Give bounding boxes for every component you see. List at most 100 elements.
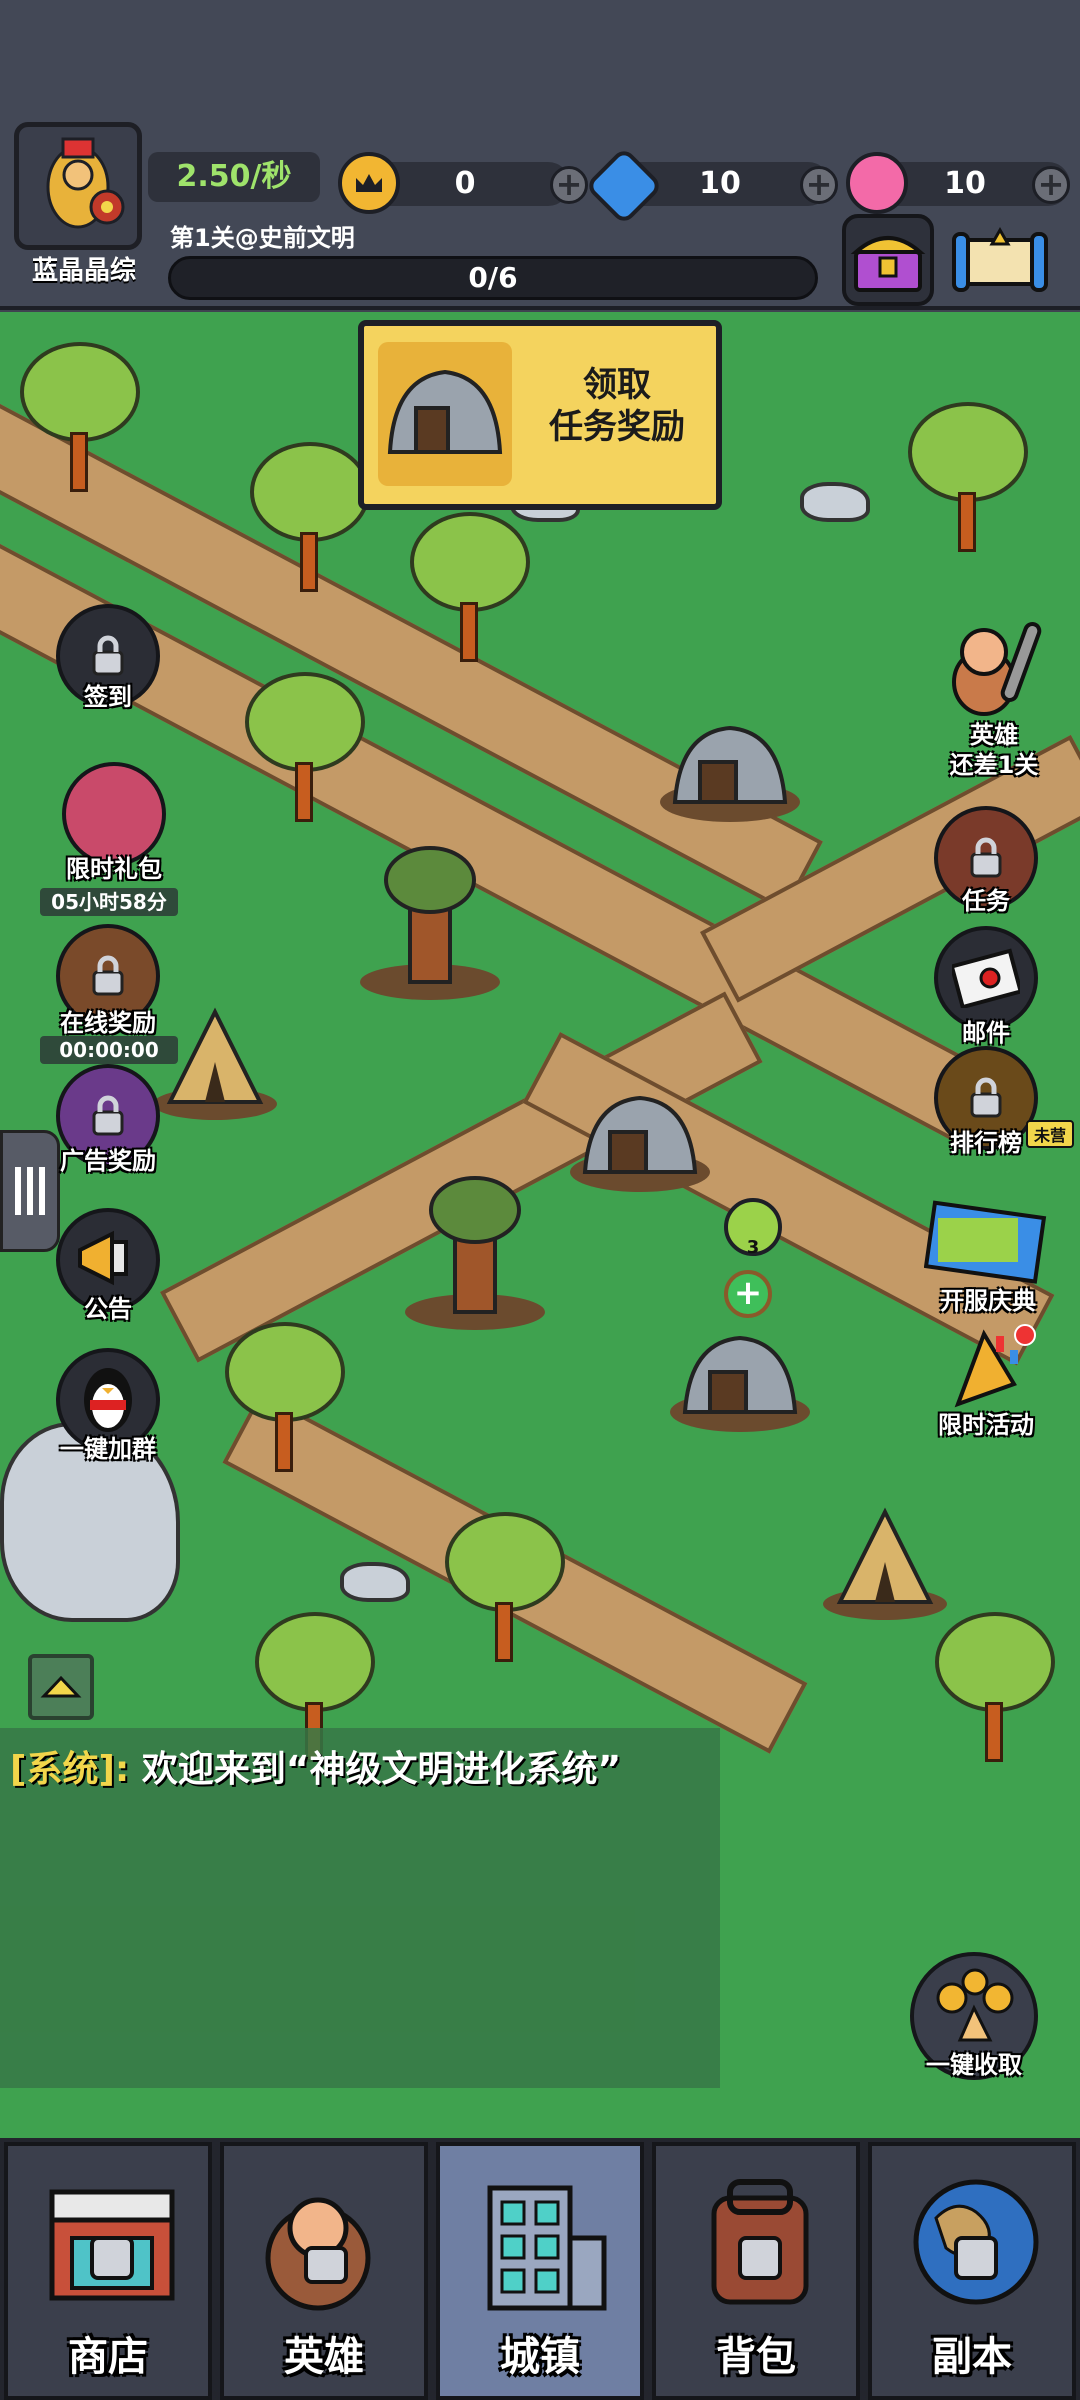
player-name: 蓝晶晶综 bbox=[31, 256, 136, 286]
lock-icon bbox=[92, 635, 124, 676]
tree-trunk bbox=[70, 432, 88, 492]
nav-backpack[interactable]: 背包 bbox=[652, 2142, 860, 2400]
online-reward-button[interactable]: 在线奖励 bbox=[52, 924, 164, 1037]
caveman-hero-icon bbox=[952, 621, 1042, 716]
red-notification-dot bbox=[1014, 1324, 1036, 1346]
limited-event-label: 限时活动 bbox=[938, 1411, 1034, 1439]
limited-event-button[interactable]: 限时活动 bbox=[930, 1324, 1042, 1439]
gift-tent-circle bbox=[62, 762, 166, 866]
task-button[interactable]: 任务 bbox=[930, 806, 1042, 918]
add-crown-button[interactable]: + bbox=[550, 166, 588, 204]
tree-house-building[interactable] bbox=[395, 1162, 555, 1332]
join-group-button[interactable]: 一键加群 bbox=[52, 1348, 164, 1463]
crown-level-value: 3 bbox=[746, 1237, 760, 1258]
task-reward-label: 领取 任务奖励 bbox=[549, 365, 685, 447]
tree bbox=[410, 512, 530, 612]
nav-shop-label: 商店 bbox=[68, 2334, 148, 2380]
nav-backpack-label: 背包 bbox=[716, 2334, 796, 2380]
add-gem-button[interactable]: + bbox=[800, 166, 838, 204]
join-group-label: 一键加群 bbox=[60, 1435, 156, 1463]
crown-level-badge[interactable]: 3 bbox=[724, 1198, 782, 1258]
cave-building[interactable] bbox=[670, 1322, 810, 1432]
tree bbox=[245, 672, 365, 772]
progress-text: 0/6 bbox=[468, 261, 518, 294]
backpack-icon bbox=[711, 2179, 809, 2305]
online-timer: 00:00:00 bbox=[40, 1036, 178, 1064]
treasure-chest-icon bbox=[850, 236, 926, 292]
collect-all-label: 一键收取 bbox=[926, 2051, 1022, 2079]
level-label: 第1关@史前文明 bbox=[170, 224, 355, 252]
tree bbox=[445, 1512, 565, 1612]
ad-reward-button[interactable]: 广告奖励 bbox=[52, 1064, 164, 1176]
build-plus-button[interactable]: + bbox=[724, 1270, 772, 1318]
nav-dungeon[interactable]: 副本 bbox=[868, 2142, 1076, 2400]
server-celebration-label: 开服庆典 bbox=[940, 1287, 1036, 1315]
treasure-chest-button[interactable] bbox=[842, 214, 934, 306]
envelope-icon bbox=[952, 948, 1020, 1008]
nav-dungeon-label: 副本 bbox=[932, 2334, 1012, 2380]
tree bbox=[250, 442, 370, 542]
crown-coin-icon bbox=[338, 152, 400, 214]
limited-gift-button[interactable]: 限时礼包 bbox=[58, 762, 170, 883]
limited-gift-label: 限时礼包 bbox=[66, 855, 162, 883]
chat-message: [系统]: 欢迎来到“神级文明进化系统” bbox=[10, 1740, 621, 1792]
tree-house-building[interactable] bbox=[350, 832, 510, 1002]
scroll-map-icon bbox=[952, 226, 1048, 292]
tree-trunk bbox=[958, 492, 976, 552]
chat-system-tag: [系统]: bbox=[10, 1749, 130, 1790]
rock bbox=[340, 1562, 410, 1602]
task-reward-card[interactable]: 领取 任务奖励 bbox=[358, 320, 722, 510]
megaphone-icon bbox=[78, 1230, 128, 1286]
gem-value: 10 bbox=[699, 166, 741, 201]
lock-icon bbox=[92, 1095, 124, 1136]
sign-in-button[interactable]: 签到 bbox=[52, 604, 164, 716]
tree-trunk bbox=[295, 762, 313, 822]
rock bbox=[800, 482, 870, 522]
chevron-up-icon bbox=[40, 1675, 82, 1698]
scroll-celebration-icon bbox=[924, 1200, 1047, 1284]
game-map[interactable]: 3 + 领取 任务奖励 签到 限时礼包 05小时58分 在线奖励 00:00:0… bbox=[0, 312, 1080, 2138]
pink-candy-icon bbox=[846, 152, 908, 214]
nav-hero[interactable]: 英雄 bbox=[220, 2142, 428, 2400]
add-candy-button[interactable]: + bbox=[1032, 166, 1070, 204]
cave-building[interactable] bbox=[570, 1082, 710, 1192]
crown-value: 0 bbox=[454, 166, 476, 201]
tree-trunk bbox=[985, 1702, 1003, 1762]
tree-trunk bbox=[495, 1602, 513, 1662]
nav-shop[interactable]: 商店 bbox=[4, 2142, 212, 2400]
online-reward-label: 在线奖励 bbox=[60, 1009, 156, 1037]
mail-button[interactable]: 邮件 bbox=[930, 926, 1042, 1047]
leaderboard-button[interactable]: 排行榜 未营 bbox=[930, 1046, 1075, 1158]
expand-chat-button[interactable] bbox=[28, 1654, 94, 1720]
chat-message-text: 欢迎来到“神级文明进化系统” bbox=[141, 1749, 622, 1790]
player-avatar[interactable] bbox=[14, 122, 142, 250]
world-map-button[interactable] bbox=[950, 220, 1050, 300]
lock-icon bbox=[970, 837, 1002, 878]
warrior-portrait-icon bbox=[46, 137, 125, 229]
tree-trunk bbox=[460, 602, 478, 662]
blue-swirl-gem-icon bbox=[584, 146, 664, 226]
limited-gift-timer: 05小时58分 bbox=[40, 888, 178, 916]
hero-unlock-hint[interactable]: 英雄 还差1关 bbox=[928, 612, 1058, 779]
globe-dungeon-icon bbox=[913, 2179, 1039, 2305]
sign-in-label: 签到 bbox=[84, 683, 132, 711]
task-cave-thumbnail bbox=[378, 342, 512, 486]
chat-panel[interactable]: [系统]: 欢迎来到“神级文明进化系统” bbox=[0, 1728, 720, 2088]
shop-icon bbox=[49, 2189, 175, 2301]
tent-building[interactable] bbox=[820, 1492, 950, 1622]
hero-icon bbox=[265, 2197, 371, 2311]
nav-hero-label: 英雄 bbox=[284, 2334, 364, 2380]
leaderboard-badge: 未营 bbox=[1026, 1120, 1075, 1148]
announcement-button[interactable]: 公告 bbox=[52, 1208, 164, 1323]
nav-town[interactable]: 城镇 bbox=[436, 2142, 644, 2400]
collect-all-button[interactable]: 一键收取 bbox=[910, 1952, 1040, 2082]
server-celebration-button[interactable]: 开服庆典 bbox=[924, 1192, 1054, 1315]
cave-building[interactable] bbox=[660, 712, 800, 822]
tree bbox=[20, 342, 140, 442]
candy-value: 10 bbox=[944, 166, 986, 201]
mail-label: 邮件 bbox=[962, 1019, 1010, 1047]
tree bbox=[255, 1612, 375, 1712]
lock-icon bbox=[92, 955, 124, 996]
lock-icon bbox=[970, 1077, 1002, 1118]
tree bbox=[908, 402, 1028, 502]
